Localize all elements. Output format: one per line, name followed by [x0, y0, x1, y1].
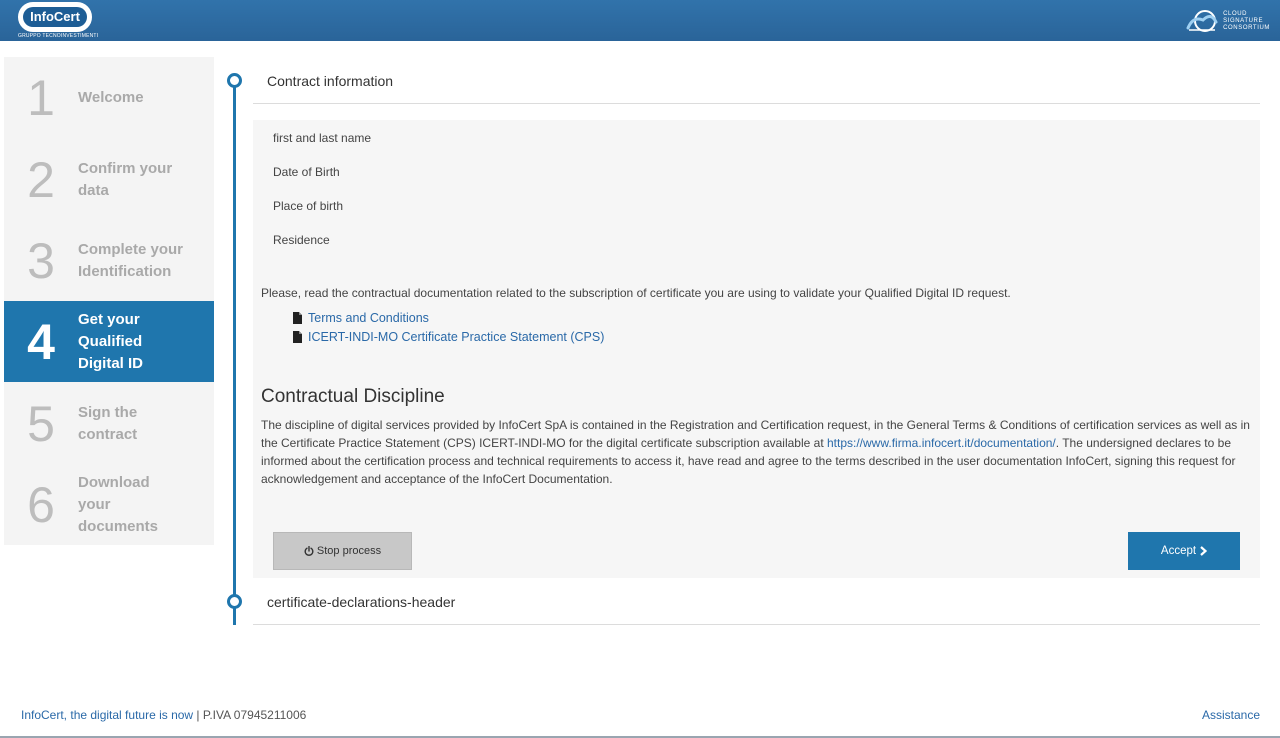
logo-text: InfoCert — [23, 7, 87, 27]
section-divider — [253, 103, 1260, 104]
field-place-of-birth: Place of birth — [273, 199, 344, 213]
step-number: 5 — [27, 396, 55, 452]
step-number: 6 — [27, 477, 55, 533]
doc-terms-and-conditions[interactable]: Terms and Conditions — [293, 311, 429, 325]
certificate-declarations-title[interactable]: certificate-declarations-header — [267, 594, 455, 610]
step-2[interactable]: 2 Confirm your data — [4, 147, 214, 213]
accept-label: Accept — [1160, 545, 1197, 557]
field-date-of-birth: Date of Birth — [273, 165, 340, 179]
terms-and-conditions-link[interactable]: Terms and Conditions — [308, 311, 429, 325]
step-label: Confirm your data — [78, 160, 173, 199]
logo-subtitle: GRUPPO TECNOINVESTIMENTI — [18, 33, 99, 39]
stop-process-label: Stop process — [316, 545, 382, 557]
step-label: Download your documents — [78, 474, 159, 535]
csc-line-1: CLOUD — [1223, 10, 1248, 17]
step-4-active[interactable]: 4 Get your Qualified Digital ID — [4, 301, 214, 382]
contractual-discipline-title: Contractual Discipline — [261, 386, 445, 407]
step-5[interactable]: 5 Sign the contract — [4, 391, 214, 457]
steps-sidebar: 1 Welcome 2 Confirm your data 3 Complete… — [4, 57, 214, 545]
footer-vat: | P.IVA 07945211006 — [193, 708, 307, 722]
footer-slogan-link[interactable]: InfoCert, the digital future is now — [21, 708, 193, 722]
infocert-logo[interactable]: InfoCert GRUPPO TECNOINVESTIMENTI — [16, 2, 99, 39]
csc-line-2: SIGNATURE — [1223, 17, 1264, 24]
stop-process-button[interactable]: Stop process — [273, 532, 412, 570]
contract-intro-text: Please, read the contractual documentati… — [261, 286, 1011, 300]
assistance-link[interactable]: Assistance — [1202, 708, 1260, 722]
section-divider — [253, 624, 1260, 625]
step-number: 3 — [27, 233, 55, 289]
field-full-name: first and last name — [273, 131, 372, 145]
doc-cps[interactable]: ICERT-INDI-MO Certificate Practice State… — [293, 330, 604, 344]
step-number: 1 — [27, 70, 55, 126]
step-label: Sign the contract — [78, 404, 138, 443]
file-icon — [293, 331, 302, 343]
chevron-right-icon — [1200, 546, 1208, 556]
footer-right: Assistance — [1202, 708, 1260, 722]
file-icon — [293, 312, 302, 324]
accept-button[interactable]: Accept — [1128, 532, 1240, 570]
step-number: 2 — [27, 152, 55, 208]
step-number: 4 — [27, 313, 55, 370]
cloud-icon — [1186, 10, 1218, 32]
footer-left: InfoCert, the digital future is now | P.… — [21, 708, 306, 722]
step-label: Complete your Identification — [78, 241, 184, 280]
power-icon — [304, 546, 314, 556]
timeline-dot-contract — [227, 73, 242, 88]
step-label: Get your Qualified Digital ID — [78, 310, 144, 372]
step-label: Welcome — [78, 89, 144, 106]
timeline-line — [233, 80, 236, 625]
documentation-link[interactable]: https://www.firma.infocert.it/documentat… — [827, 436, 1056, 450]
step-3[interactable]: 3 Complete your Identification — [4, 228, 214, 294]
logo-badge: InfoCert — [18, 2, 92, 32]
cps-link[interactable]: ICERT-INDI-MO Certificate Practice State… — [308, 330, 604, 344]
timeline-dot-declarations — [227, 594, 242, 609]
contractual-discipline-text: The discipline of digital services provi… — [261, 418, 1250, 486]
step-6[interactable]: 6 Download your documents — [4, 470, 214, 540]
contract-information-title[interactable]: Contract information — [267, 73, 393, 89]
cloud-signature-consortium-logo: CLOUD SIGNATURE CONSORTIUM — [1185, 8, 1270, 34]
top-bar: InfoCert GRUPPO TECNOINVESTIMENTI CLOUD … — [0, 0, 1280, 41]
csc-line-3: CONSORTIUM — [1223, 24, 1270, 31]
field-residence: Residence — [273, 233, 330, 247]
contract-panel: first and last name Date of Birth Place … — [253, 120, 1260, 578]
step-1[interactable]: 1 Welcome — [4, 65, 214, 131]
